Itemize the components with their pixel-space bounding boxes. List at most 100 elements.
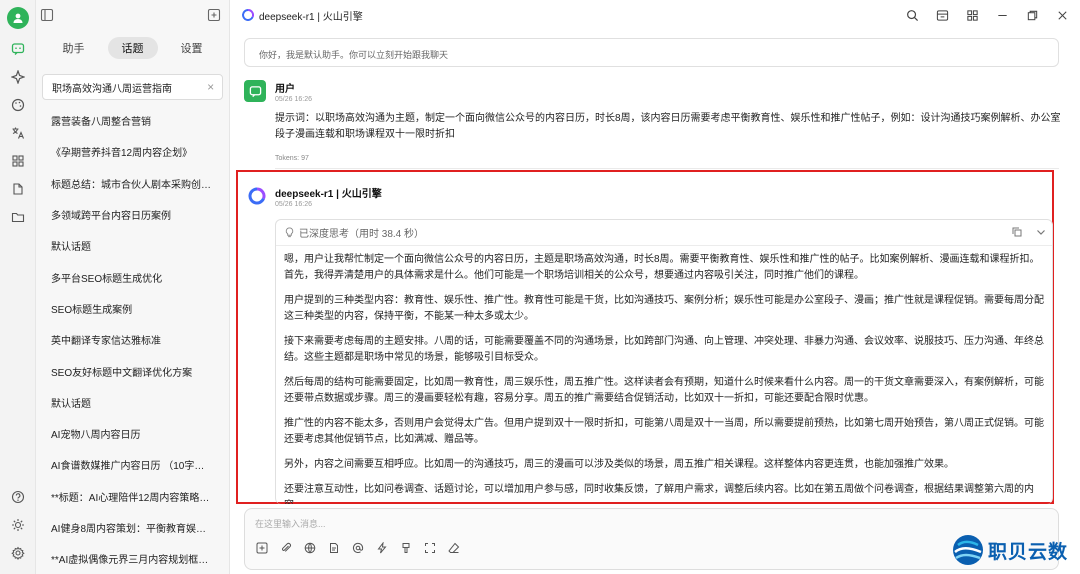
thinking-panel: 已深度思考（用时 38.4 秒） 嗯，用户让我帮忙制定一个面向微信公众号的内容日… xyxy=(275,219,1053,504)
window-title: deepseek-r1 | 火山引擎 xyxy=(259,11,363,23)
highlight-frame: deepseek-r1 | 火山引擎 05/26 16:26 已深度思考（用时 … xyxy=(236,170,1054,504)
tab-topics[interactable]: 话题 xyxy=(107,37,158,59)
topic-item[interactable]: **标题：AI心理陪伴12周内容策略规... xyxy=(42,481,223,512)
minimize-icon[interactable] xyxy=(994,7,1010,23)
translate-icon[interactable] xyxy=(9,124,27,142)
lightbulb-icon xyxy=(285,227,294,238)
user-timestamp: 05/26 16:26 xyxy=(275,96,312,103)
topic-item[interactable]: SEO标题生成案例 xyxy=(42,293,223,324)
sidebar-tabs: 助手 话题 设置 xyxy=(44,36,221,60)
user-name: 用户 xyxy=(275,84,295,95)
expand-icon[interactable] xyxy=(423,541,437,555)
topic-label: 默认话题 xyxy=(51,398,91,410)
lightning-icon[interactable] xyxy=(375,541,389,555)
bot-name: deepseek-r1 | 火山引擎 xyxy=(275,189,382,200)
mention-icon[interactable] xyxy=(351,541,365,555)
icon-rail xyxy=(0,0,36,574)
topic-item[interactable]: 《孕期营养抖音12周内容企划》 xyxy=(42,136,223,167)
files-icon[interactable] xyxy=(9,180,27,198)
topic-item[interactable]: 露营装备八周整合营销 xyxy=(42,105,223,136)
topic-label: AI健身8周内容策划：平衡教育娱乐营销 xyxy=(51,524,211,535)
token-count: Tokens: 97 xyxy=(275,155,309,162)
topic-item[interactable]: 英中翻译专家信达雅标准 xyxy=(42,324,223,355)
layout-icon[interactable] xyxy=(934,7,950,23)
topic-item[interactable]: 默认话题 xyxy=(42,230,223,261)
topic-item-active[interactable]: 职场高效沟通八周运营指南 × xyxy=(42,74,223,100)
thinking-paragraph: 用户提到的三种类型内容：教育性、娱乐性、推广性。教育性可能是干货，比如沟通技巧、… xyxy=(284,295,1044,322)
topic-item[interactable]: AI食谱数媒推广内容日历 （10字，中... xyxy=(42,449,223,480)
topic-item[interactable]: AI宠物八周内容日历 xyxy=(42,418,223,449)
watermark-logo-icon xyxy=(953,535,983,565)
grid-icon[interactable] xyxy=(964,7,980,23)
topic-label: **标题：AI心理陪伴12周内容策略规... xyxy=(51,492,211,504)
sidebar-toggle-icon[interactable] xyxy=(40,8,54,22)
topic-label: 标题总结：城市合伙人剧本采购创业... xyxy=(51,179,211,191)
topic-label: **AI虚拟偶像元界三月内容规划框架*... xyxy=(51,555,211,567)
topic-list: 职场高效沟通八周运营指南 × 露营装备八周整合营销 《孕期营养抖音12周内容企划》… xyxy=(42,74,223,574)
topic-label: SEO标题生成案例 xyxy=(51,304,133,316)
user-avatar[interactable] xyxy=(7,7,29,29)
topic-item[interactable]: AI健身8周内容策划：平衡教育娱乐营销 xyxy=(42,512,223,543)
thinking-paragraph: 另外，内容之间需要互相呼应。比如周一的沟通技巧，周三的漫画可以涉及类似的场景，周… xyxy=(284,459,954,470)
theme-sun-icon[interactable] xyxy=(9,516,27,534)
topic-label: 英中翻译专家信达雅标准 xyxy=(51,336,161,348)
restore-icon[interactable] xyxy=(1024,7,1040,23)
topic-label: 职场高效沟通八周运营指南 xyxy=(52,83,172,95)
bot-timestamp: 05/26 16:26 xyxy=(275,201,312,208)
chevron-down-icon[interactable] xyxy=(1036,227,1046,237)
message-input[interactable] xyxy=(255,516,1035,532)
knowledge-base-icon[interactable] xyxy=(327,541,341,555)
thinking-paragraph: 接下来需要考虑每周的主题安排。八周的话，可能需要覆盖不同的沟通场景，比如跨部门沟… xyxy=(284,336,1044,363)
topic-item[interactable]: 默认话题 xyxy=(42,387,223,418)
watermark-text: 职贝云数 xyxy=(988,541,1069,563)
eraser-icon[interactable] xyxy=(447,541,461,555)
palette-icon[interactable] xyxy=(9,96,27,114)
message-input-box xyxy=(244,508,1059,570)
user-message-text: 提示词：以职场高效沟通为主题，制定一个面向微信公众号的内容日历，时长8周，该内容… xyxy=(275,113,1061,140)
brush-icon[interactable] xyxy=(399,541,413,555)
title-bar-actions xyxy=(904,7,1070,23)
chat-icon[interactable] xyxy=(9,40,27,58)
thinking-paragraph: 嗯，用户让我帮忙制定一个面向微信公众号的内容日历，主题是职场高效沟通，时长8周。… xyxy=(284,254,1040,281)
input-toolbar xyxy=(255,541,461,555)
topic-item[interactable]: 多领域跨平台内容日历案例 xyxy=(42,199,223,230)
sidebar-topbar xyxy=(36,0,229,30)
topic-sidebar: 助手 话题 设置 职场高效沟通八周运营指南 × 露营装备八周整合营销 《孕期营养抖… xyxy=(36,0,230,574)
topic-label: 多领域跨平台内容日历案例 xyxy=(51,211,171,223)
tab-settings[interactable]: 设置 xyxy=(167,37,217,59)
web-search-icon[interactable] xyxy=(303,541,317,555)
model-logo-icon xyxy=(242,9,254,21)
topic-item[interactable]: **AI虚拟偶像元界三月内容规划框架*... xyxy=(42,543,223,574)
search-icon[interactable] xyxy=(904,7,920,23)
folder-icon[interactable] xyxy=(9,208,27,226)
chat-area: 你好，我是默认助手。你可以立刻开始跟我聊天 用户 05/26 16:26 提示词… xyxy=(230,30,1080,574)
thinking-content: 嗯，用户让我帮忙制定一个面向微信公众号的内容日历，主题是职场高效沟通，时长8周。… xyxy=(276,246,1052,504)
thinking-paragraph: 推广性的内容不能太多，否则用户会觉得太广告。但用户提到双十一限时折扣，可能第八周… xyxy=(284,418,1044,445)
new-topic-icon[interactable] xyxy=(207,8,221,22)
topic-label: AI食谱数媒推广内容日历 （10字，中... xyxy=(51,461,211,473)
topic-label: 多平台SEO标题生成优化 xyxy=(51,273,163,285)
topic-item[interactable]: SEO友好标题中文翻译优化方案 xyxy=(42,355,223,386)
sparkle-icon[interactable] xyxy=(9,68,27,86)
thinking-label: 已深度思考（用时 38.4 秒） xyxy=(299,229,425,240)
help-icon[interactable] xyxy=(9,488,27,506)
close-window-icon[interactable] xyxy=(1054,7,1070,23)
topic-label: 《孕期营养抖音12周内容企划》 xyxy=(51,148,193,160)
new-topic-icon[interactable] xyxy=(255,541,269,555)
apps-icon[interactable] xyxy=(9,152,27,170)
thinking-paragraph: 然后每周的结构可能需要固定，比如周一教育性，周三娱乐性，周五推广性。这样读者会有… xyxy=(284,377,1044,404)
bot-avatar-icon xyxy=(248,187,266,205)
topic-label: SEO友好标题中文翻译优化方案 xyxy=(51,367,193,379)
topic-item[interactable]: 标题总结：城市合伙人剧本采购创业... xyxy=(42,168,223,199)
attachment-icon[interactable] xyxy=(279,541,293,555)
tab-assistant[interactable]: 助手 xyxy=(49,37,99,59)
topic-label: 露营装备八周整合营销 xyxy=(51,117,151,129)
thinking-paragraph: 还要注意互动性，比如问卷调查、话题讨论，可以增加用户参与感，同时收集反馈，了解用… xyxy=(284,484,1034,504)
topic-item[interactable]: 多平台SEO标题生成优化 xyxy=(42,261,223,292)
thinking-header[interactable]: 已深度思考（用时 38.4 秒） xyxy=(276,220,1052,246)
topic-label: 默认话题 xyxy=(51,242,91,254)
close-icon[interactable]: × xyxy=(207,80,214,94)
settings-gear-icon[interactable] xyxy=(9,544,27,562)
topic-label: AI宠物八周内容日历 xyxy=(51,430,141,442)
copy-icon[interactable] xyxy=(1012,227,1022,237)
